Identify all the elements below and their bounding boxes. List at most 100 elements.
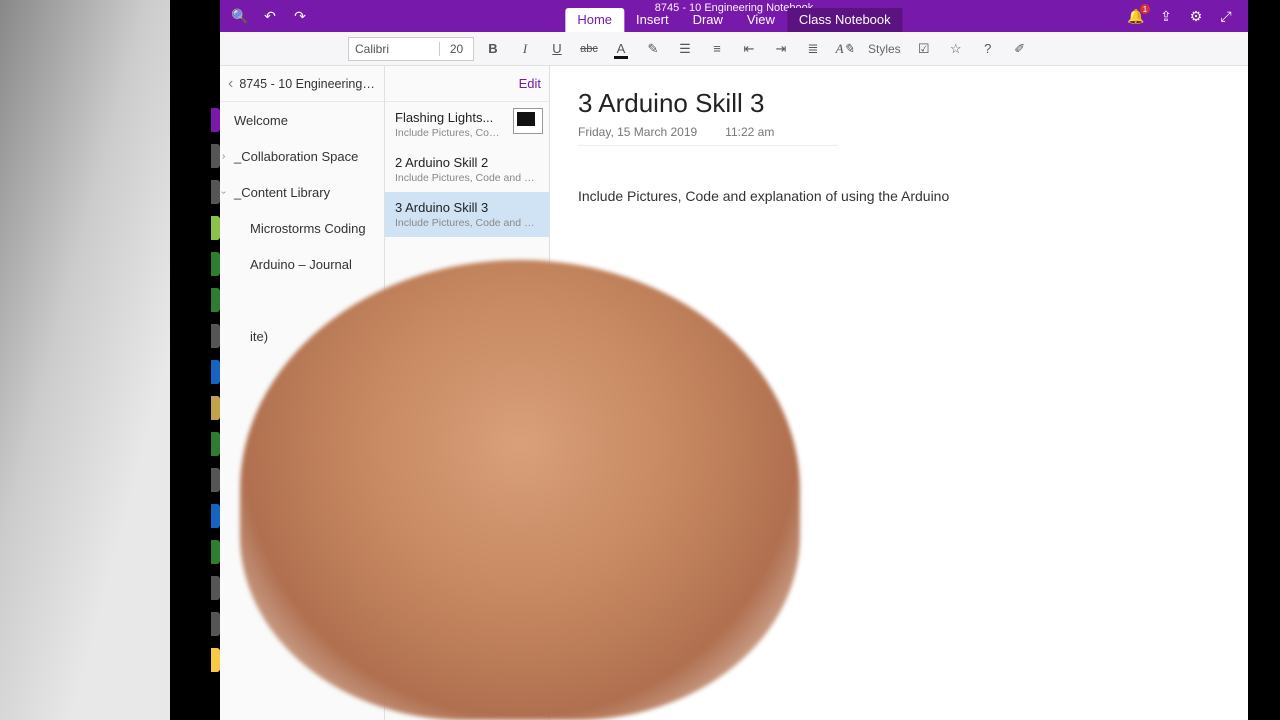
sections-pane: ‹ 8745 - 10 Engineering Notebook Welcome… xyxy=(220,66,385,720)
page-item[interactable]: 3 Arduino Skill 3 Include Pictures, Code … xyxy=(385,192,549,237)
italic-button[interactable]: I xyxy=(512,36,538,62)
section-item[interactable]: M xyxy=(220,426,384,462)
section-color-tab xyxy=(211,216,220,240)
page-body-text[interactable]: Include Pictures, Code and explanation o… xyxy=(578,188,1220,204)
section-color-tab xyxy=(211,288,220,312)
onenote-app: 🔍 ↶ ↷ 8745 - 10 Engineering Notebook Hom… xyxy=(220,0,1248,720)
numbering-button[interactable]: ≡ xyxy=(704,36,730,62)
notebook-title[interactable]: 8745 - 10 Engineering Notebook xyxy=(239,77,376,91)
bold-button[interactable]: B xyxy=(480,36,506,62)
section-color-tab xyxy=(211,360,220,384)
body: ‹ 8745 - 10 Engineering Notebook Welcome… xyxy=(220,66,1248,720)
page-item[interactable]: Flashing Lights...Include Pictures, Cod.… xyxy=(385,102,549,147)
tab-draw[interactable]: Draw xyxy=(681,8,735,32)
section-color-tab xyxy=(211,252,220,276)
page-title[interactable]: 3 Arduino Skill 3 xyxy=(578,88,1220,119)
ink-button[interactable]: ✐ xyxy=(1007,36,1033,62)
bullets-button[interactable]: ☰ xyxy=(672,36,698,62)
page-date: Friday, 15 March 2019 xyxy=(578,125,697,139)
font-color-button[interactable]: A xyxy=(608,36,634,62)
section-item[interactable] xyxy=(220,354,384,390)
search-icon[interactable]: 🔍 xyxy=(232,8,248,24)
section-label: _Content Library xyxy=(234,185,330,200)
section-color-tab xyxy=(211,540,220,564)
section-label: Arduino – Journal xyxy=(250,257,352,272)
underline-button[interactable]: U xyxy=(544,36,570,62)
pages-header: Edit xyxy=(385,66,549,102)
font-picker[interactable]: Calibri 20 xyxy=(348,37,474,61)
align-button[interactable]: ≣ xyxy=(800,36,826,62)
page-item-subtitle: Include Pictures, Code and ex... xyxy=(395,217,539,229)
notifications-icon[interactable]: 🔔 xyxy=(1128,8,1144,24)
page-time: 11:22 am xyxy=(725,125,774,139)
page-item-title: 2 Arduino Skill 2 xyxy=(395,155,539,170)
section-label: St xyxy=(250,473,262,488)
section-item[interactable]: Welcome xyxy=(220,102,384,138)
favorite-tag-button[interactable]: ☆ xyxy=(943,36,969,62)
section-color-tab xyxy=(211,432,220,456)
settings-gear-icon[interactable]: ⚙ xyxy=(1188,8,1204,24)
section-color-tab xyxy=(211,468,220,492)
page-meta: Friday, 15 March 2019 11:22 am xyxy=(578,125,838,146)
section-item[interactable]: Microstorms Coding xyxy=(220,210,384,246)
edit-button[interactable]: Edit xyxy=(519,76,541,91)
redo-icon[interactable]: ↷ xyxy=(292,8,308,24)
font-size-select[interactable]: 20 xyxy=(439,42,473,56)
page-thumbnail xyxy=(513,108,543,134)
section-color-tab xyxy=(211,504,220,528)
section-label: Welcome xyxy=(234,113,288,128)
help-button[interactable]: ? xyxy=(975,36,1001,62)
section-color-tab xyxy=(211,648,220,672)
section-item[interactable]: ite) xyxy=(220,318,384,354)
section-item[interactable] xyxy=(220,534,384,570)
styles-label: Styles xyxy=(868,42,901,56)
section-label: M xyxy=(250,437,261,452)
section-label: ite) xyxy=(250,329,268,344)
section-item[interactable] xyxy=(220,282,384,318)
chevron-icon[interactable]: › xyxy=(222,151,225,162)
styles-button[interactable]: A✎ xyxy=(832,36,858,62)
tab-insert[interactable]: Insert xyxy=(624,8,681,32)
section-color-tab xyxy=(211,324,220,348)
section-color-tab xyxy=(211,144,220,168)
tab-home[interactable]: Home xyxy=(565,8,624,32)
page-item[interactable]: 2 Arduino Skill 2 Include Pictures, Code … xyxy=(385,147,549,192)
outdent-button[interactable]: ⇤ xyxy=(736,36,762,62)
ribbon-tabs: Home Insert Draw View Class Notebook xyxy=(565,8,902,32)
section-item[interactable] xyxy=(220,390,384,426)
highlight-button[interactable]: ✎ xyxy=(640,36,666,62)
section-color-tab xyxy=(211,108,220,132)
section-color-tab xyxy=(211,612,220,636)
section-item[interactable]: Arduino – Journal xyxy=(220,246,384,282)
share-icon[interactable]: ⇪ xyxy=(1158,8,1174,24)
section-item[interactable] xyxy=(220,606,384,642)
back-chevron-icon[interactable]: ‹ xyxy=(228,75,233,93)
section-color-tab xyxy=(211,396,220,420)
page-item-subtitle: Include Pictures, Code and ex... xyxy=(395,172,539,184)
section-item[interactable] xyxy=(220,642,384,678)
undo-icon[interactable]: ↶ xyxy=(262,8,278,24)
notebook-header: ‹ 8745 - 10 Engineering Notebook xyxy=(220,66,384,102)
tab-class-notebook[interactable]: Class Notebook xyxy=(787,8,903,32)
section-item[interactable]: R xyxy=(220,498,384,534)
titlebar: 🔍 ↶ ↷ 8745 - 10 Engineering Notebook Hom… xyxy=(220,0,1248,32)
font-name-select[interactable]: Calibri xyxy=(349,42,439,56)
section-item[interactable] xyxy=(220,570,384,606)
section-item[interactable]: St xyxy=(220,462,384,498)
page-canvas[interactable]: 3 Arduino Skill 3 Friday, 15 March 2019 … xyxy=(550,66,1248,720)
todo-tag-button[interactable]: ☑ xyxy=(911,36,937,62)
section-item[interactable]: ›_Content Library xyxy=(220,174,384,210)
section-color-tab xyxy=(211,180,220,204)
tab-view[interactable]: View xyxy=(735,8,787,32)
indent-button[interactable]: ⇥ xyxy=(768,36,794,62)
fullscreen-icon[interactable]: ⤢ xyxy=(1218,8,1234,24)
strikethrough-button[interactable]: abc xyxy=(576,36,602,62)
section-color-tab xyxy=(211,576,220,600)
ribbon-home: Calibri 20 B I U abc A ✎ ☰ ≡ ⇤ ⇥ ≣ A✎ St… xyxy=(220,32,1248,66)
section-label: Microstorms Coding xyxy=(250,221,366,236)
section-label: R xyxy=(250,509,259,524)
section-item[interactable]: › _Collaboration Space xyxy=(220,138,384,174)
pages-pane: Edit Flashing Lights...Include Pictures,… xyxy=(385,66,550,720)
section-label: _Collaboration Space xyxy=(234,149,358,164)
page-item-title: 3 Arduino Skill 3 xyxy=(395,200,539,215)
